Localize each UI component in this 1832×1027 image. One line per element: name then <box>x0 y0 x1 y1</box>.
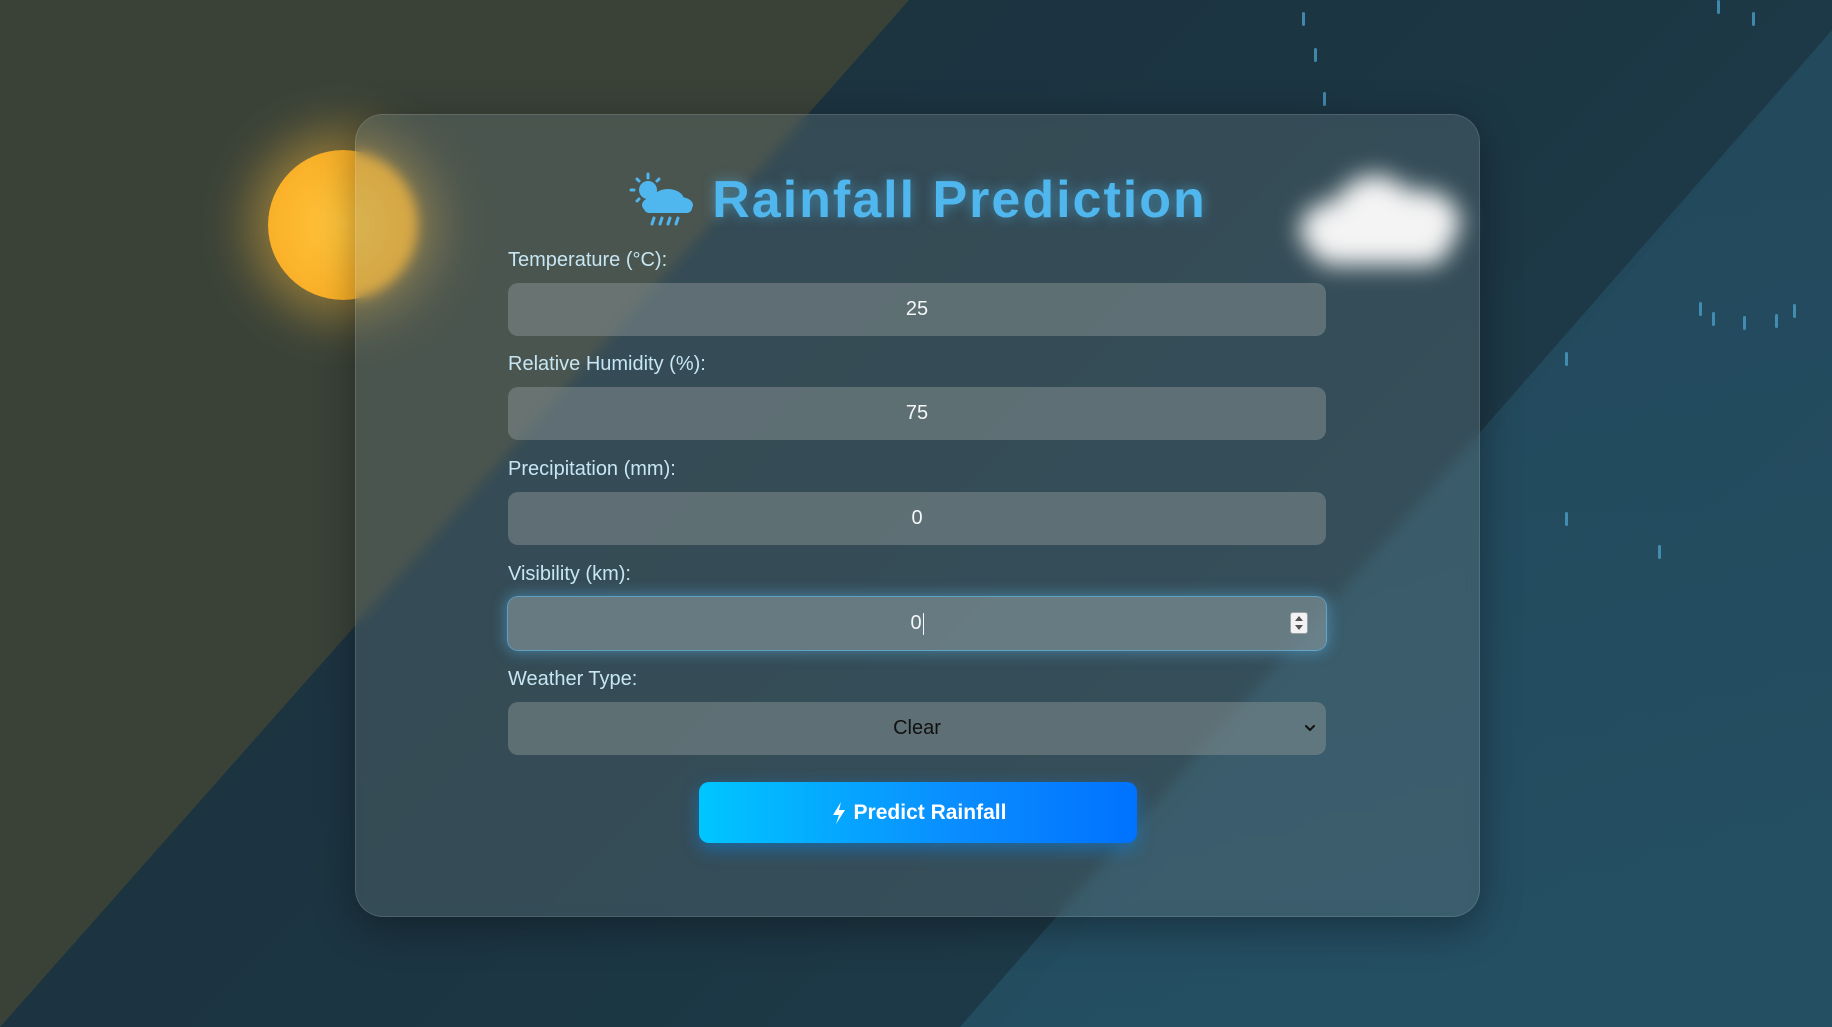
raindrop-icon <box>1717 0 1720 14</box>
raindrop-icon <box>1752 12 1755 26</box>
page-header: Rainfall Prediction <box>356 165 1479 235</box>
raindrop-icon <box>1565 512 1568 526</box>
raindrop-icon <box>1743 316 1746 330</box>
precipitation-input[interactable]: 0 <box>508 492 1326 545</box>
precipitation-value: 0 <box>911 507 923 529</box>
raindrop-icon <box>1658 545 1661 559</box>
visibility-input[interactable]: 0 <box>508 597 1326 650</box>
raindrop-icon <box>1323 92 1326 106</box>
raindrop-icon <box>1302 12 1305 26</box>
sun-behind-rain-cloud-icon <box>629 172 694 226</box>
prediction-card: Rainfall Prediction Temperature (°C): 25… <box>355 114 1480 917</box>
chevron-down-icon <box>1305 725 1315 731</box>
raindrop-icon <box>1314 48 1317 62</box>
visibility-label: Visibility (km): <box>508 563 631 585</box>
number-spinner[interactable] <box>1290 612 1308 634</box>
weather-type-label: Weather Type: <box>508 668 638 690</box>
visibility-value: 0 <box>910 612 922 634</box>
temperature-input[interactable]: 25 <box>508 283 1326 336</box>
spinner-up-icon[interactable] <box>1295 616 1303 621</box>
predict-button-label: Predict Rainfall <box>853 800 1007 824</box>
spinner-down-icon[interactable] <box>1295 625 1303 630</box>
humidity-value: 75 <box>905 402 929 424</box>
temperature-value: 25 <box>905 298 929 320</box>
predict-rainfall-button[interactable]: Predict Rainfall <box>699 782 1137 843</box>
weather-type-select[interactable]: Clear <box>508 702 1326 755</box>
app-background: Rainfall Prediction Temperature (°C): 25… <box>0 0 1832 1027</box>
raindrop-icon <box>1712 312 1715 326</box>
raindrop-icon <box>1775 314 1778 328</box>
humidity-input[interactable]: 75 <box>508 387 1326 440</box>
page-title: Rainfall Prediction <box>712 171 1207 229</box>
weather-type-selected: Clear <box>893 717 941 739</box>
humidity-label: Relative Humidity (%): <box>508 353 706 375</box>
precipitation-label: Precipitation (mm): <box>508 458 676 480</box>
raindrop-icon <box>1793 304 1796 318</box>
text-caret <box>922 612 924 635</box>
lightning-bolt-icon <box>832 801 845 824</box>
temperature-label: Temperature (°C): <box>508 249 668 271</box>
raindrop-icon <box>1699 302 1702 316</box>
raindrop-icon <box>1565 352 1568 366</box>
